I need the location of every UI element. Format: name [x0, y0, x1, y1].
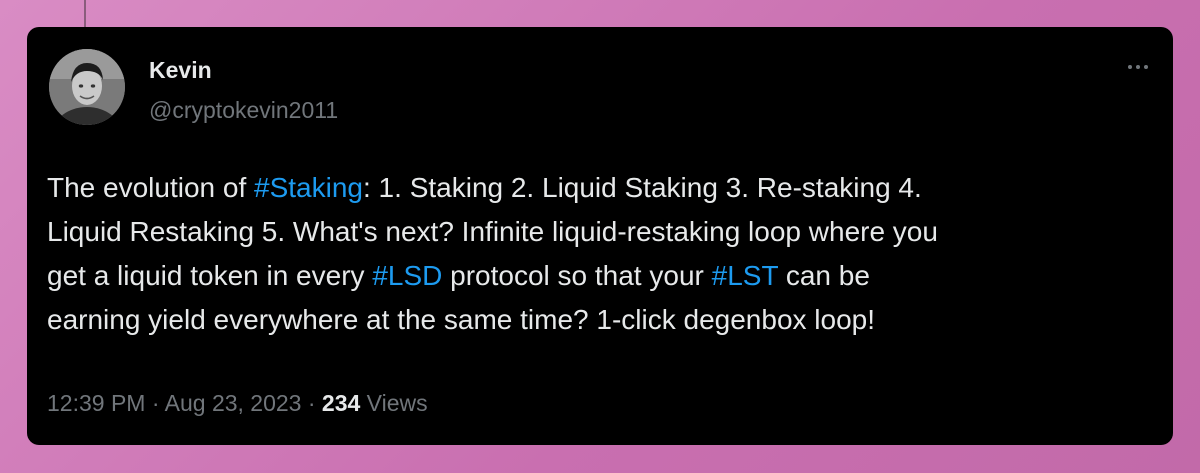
tweet-card: Kevin @cryptokevin2011 The evolution of … [27, 27, 1173, 445]
hashtag-link[interactable]: #LST [712, 260, 778, 291]
tweet-date[interactable]: Aug 23, 2023 [165, 390, 302, 416]
tweet-text-segment: protocol so that your [442, 260, 712, 291]
tweet-text-segment: Liquid Restaking 5. What's next? Infinit… [47, 216, 938, 247]
more-options-button[interactable] [1121, 57, 1155, 77]
ellipsis-icon [1128, 65, 1132, 69]
tweet-text-line: Liquid Restaking 5. What's next? Infinit… [47, 210, 1157, 254]
tweet-text-line: The evolution of #Staking: 1. Staking 2.… [47, 166, 1157, 210]
meta-separator: · [301, 390, 322, 416]
meta-separator: · [145, 390, 165, 416]
tweet-text-segment: The evolution of [47, 172, 255, 203]
hashtag-link[interactable]: #LSD [372, 260, 442, 291]
tweet-text-line: get a liquid token in every #LSD protoco… [47, 254, 1157, 298]
tweet-text-line: earning yield everywhere at the same tim… [47, 298, 1157, 342]
author-name[interactable]: Kevin [149, 56, 212, 84]
views-count: 234 [321, 390, 361, 416]
tweet-time[interactable]: 12:39 PM [47, 390, 145, 416]
hashtag-link[interactable]: #Staking [254, 172, 363, 203]
tweet-meta: 12:39 PM · Aug 23, 2023 · 234 Views [47, 389, 428, 417]
ellipsis-dot [1144, 65, 1148, 69]
author-handle[interactable]: @cryptokevin2011 [149, 96, 338, 124]
tweet-text-segment: get a liquid token in every [47, 260, 373, 291]
tweet-text-segment: earning yield everywhere at the same tim… [47, 304, 876, 335]
avatar[interactable] [49, 49, 125, 125]
tweet-text-segment: : 1. Staking 2. Liquid Staking 3. Re-sta… [363, 172, 922, 203]
views-label: Views [360, 390, 428, 416]
ellipsis-dot [1136, 65, 1140, 69]
tweet-text-segment: can be [778, 260, 870, 291]
profile-photo-icon [49, 49, 125, 125]
tweet-text: The evolution of #Staking: 1. Staking 2.… [47, 166, 1157, 342]
